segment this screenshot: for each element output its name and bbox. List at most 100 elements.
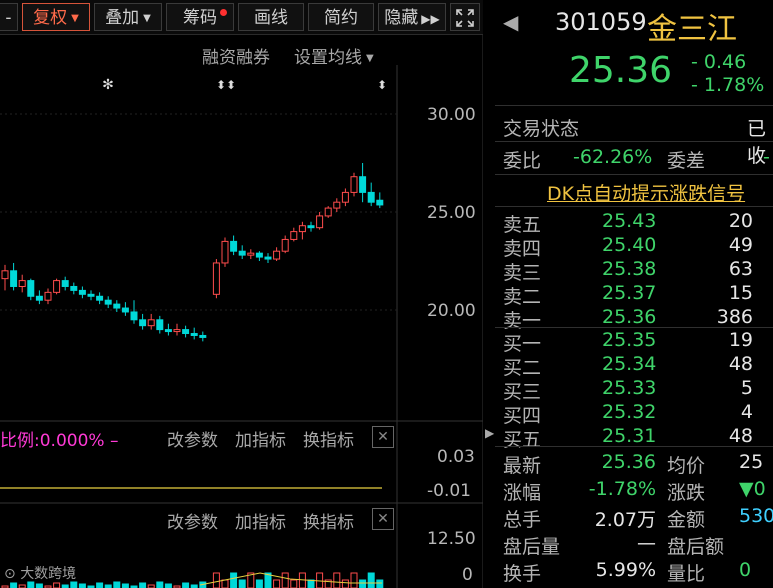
buy-row[interactable]: 买三 25.33 5 xyxy=(495,377,773,403)
chart-toolbar: - 复权 ▼ 叠加 ▼ 筹码 画线 简约 隐藏 ▶▶ xyxy=(0,0,483,35)
stats-row: 盘后量 — 盘后额 xyxy=(495,532,773,558)
indicator1-close-icon[interactable]: ✕ xyxy=(372,426,394,448)
dk-signal-link[interactable]: DK点自动提示涨跌信号 xyxy=(547,179,745,206)
sell-level-label: 卖四 xyxy=(503,238,542,260)
volume-bar xyxy=(212,572,220,588)
stat-value: ▼0 xyxy=(739,478,766,500)
buy-row[interactable]: 买一 25.35 19 xyxy=(495,329,773,355)
candle-body xyxy=(104,299,112,305)
indicator1-param-button[interactable]: 改参数 xyxy=(167,426,218,451)
stat-value: 5.99% xyxy=(595,559,656,581)
sell-volume: 49 xyxy=(728,234,753,256)
volume-bar xyxy=(307,579,315,588)
candle-body xyxy=(212,262,220,295)
candle-body xyxy=(324,207,332,217)
sell-price: 25.43 xyxy=(602,210,657,232)
candle-body xyxy=(10,270,18,287)
stat-value: 0 xyxy=(739,559,752,581)
buy-price: 25.35 xyxy=(602,329,657,351)
yincang-button[interactable]: 隐藏 ▶▶ xyxy=(378,3,446,31)
back-arrow-icon[interactable]: ◀ xyxy=(503,10,518,34)
notification-dot xyxy=(220,9,227,16)
volume-bar xyxy=(273,579,281,588)
collapse-panel-icon[interactable]: ▶ xyxy=(485,418,494,448)
candle-body xyxy=(199,334,207,338)
buy-row[interactable]: 买四 25.32 4 xyxy=(495,401,773,427)
dash-label: - xyxy=(5,8,12,28)
stat-label: 盘后额 xyxy=(667,536,725,558)
volume-bar xyxy=(113,581,121,588)
candle-body xyxy=(53,280,61,293)
sell-level-label: 卖二 xyxy=(503,286,542,308)
candle-body xyxy=(290,231,298,240)
indicator2-axis-top: 12.50 xyxy=(427,529,476,549)
fullscreen-button[interactable] xyxy=(450,3,480,31)
yincang-label: 隐藏 xyxy=(384,8,419,28)
huaxian-button[interactable]: 画线 xyxy=(238,3,304,31)
price-axis-label: 25.00 xyxy=(427,203,476,223)
volume-bar xyxy=(35,583,43,588)
fuquan-label: 复权 xyxy=(33,8,68,28)
kline-chart-area[interactable]: 融资融券 设置均线 ▼ ✻ ⬍⬍ ⬍ 30.00 25.00 20.00 比例:0… xyxy=(0,35,483,588)
sell-level-label: 卖五 xyxy=(503,214,542,236)
trade-status-label: 交易状态 xyxy=(503,118,580,140)
diejia-button[interactable]: 叠加 ▼ xyxy=(94,3,162,31)
stat-value: 2.07万 xyxy=(594,509,656,531)
volume-bar xyxy=(333,572,341,588)
jianyue-button[interactable]: 简约 xyxy=(308,3,374,31)
candle-body xyxy=(113,303,121,309)
candle-body xyxy=(61,280,69,287)
volume-bar xyxy=(10,582,18,588)
watermark-text: 大数跨境 xyxy=(20,566,77,582)
candle-body xyxy=(78,289,86,295)
buy-level-label: 买五 xyxy=(503,429,542,451)
event-marker-icon: ⬍ xyxy=(377,78,387,92)
buy-volume: 4 xyxy=(740,401,753,423)
volume-bar xyxy=(359,579,367,588)
volume-bar xyxy=(255,579,263,588)
sell-volume: 63 xyxy=(728,258,753,280)
stat-value: 25.36 xyxy=(601,451,656,473)
toolbar-dash[interactable]: - xyxy=(0,3,18,31)
indicator2-add-button[interactable]: 加指标 xyxy=(235,508,286,533)
candle-body xyxy=(27,280,35,297)
sell-row[interactable]: 卖三 25.38 63 xyxy=(495,258,773,284)
indicator2-switch-button[interactable]: 换指标 xyxy=(303,508,354,533)
stat-label: 涨跌 xyxy=(667,482,706,504)
candle-body xyxy=(307,225,315,229)
candle-body xyxy=(281,238,289,252)
sell-volume: 20 xyxy=(728,210,753,232)
indicator1-switch-button[interactable]: 换指标 xyxy=(303,426,354,451)
candle-body xyxy=(264,256,272,260)
weibi-label: 委比 xyxy=(503,150,542,172)
fuquan-button[interactable]: 复权 ▼ xyxy=(22,3,90,31)
indicator1-axis-bottom: -0.01 xyxy=(427,481,471,501)
candle-body xyxy=(255,252,263,258)
stats-row: 总手 2.07万 金额 530 xyxy=(495,505,773,531)
sell-row[interactable]: 卖四 25.40 49 xyxy=(495,234,773,260)
volume-bar xyxy=(230,572,238,588)
indicator1-axis-top: 0.03 xyxy=(437,447,475,467)
indicator2-close-icon[interactable]: ✕ xyxy=(372,508,394,530)
chouma-button[interactable]: 筹码 xyxy=(166,3,234,31)
volume-bar xyxy=(341,579,349,588)
sell-row[interactable]: 卖五 25.43 20 xyxy=(495,210,773,236)
chevron-down-icon: ▼ xyxy=(71,13,79,24)
price-axis-label: 20.00 xyxy=(427,301,476,321)
double-chevron-right-icon: ▶▶ xyxy=(421,12,440,26)
stat-label: 量比 xyxy=(667,563,706,585)
candle-body xyxy=(247,252,255,256)
stat-value: 530 xyxy=(739,505,773,527)
sell-row[interactable]: 卖二 25.37 15 xyxy=(495,282,773,308)
buy-price: 25.34 xyxy=(602,353,657,375)
buy-row[interactable]: 买二 25.34 48 xyxy=(495,353,773,379)
price-change: - 0.46 xyxy=(691,51,747,73)
volume-bar xyxy=(376,579,384,588)
indicator1-add-button[interactable]: 加指标 xyxy=(235,426,286,451)
volume-bar xyxy=(164,583,172,588)
price-axis-label: 30.00 xyxy=(427,105,476,125)
candle-body xyxy=(96,295,104,301)
indicator2-param-button[interactable]: 改参数 xyxy=(167,508,218,533)
stat-label: 金额 xyxy=(667,509,706,531)
huaxian-label: 画线 xyxy=(254,8,288,28)
